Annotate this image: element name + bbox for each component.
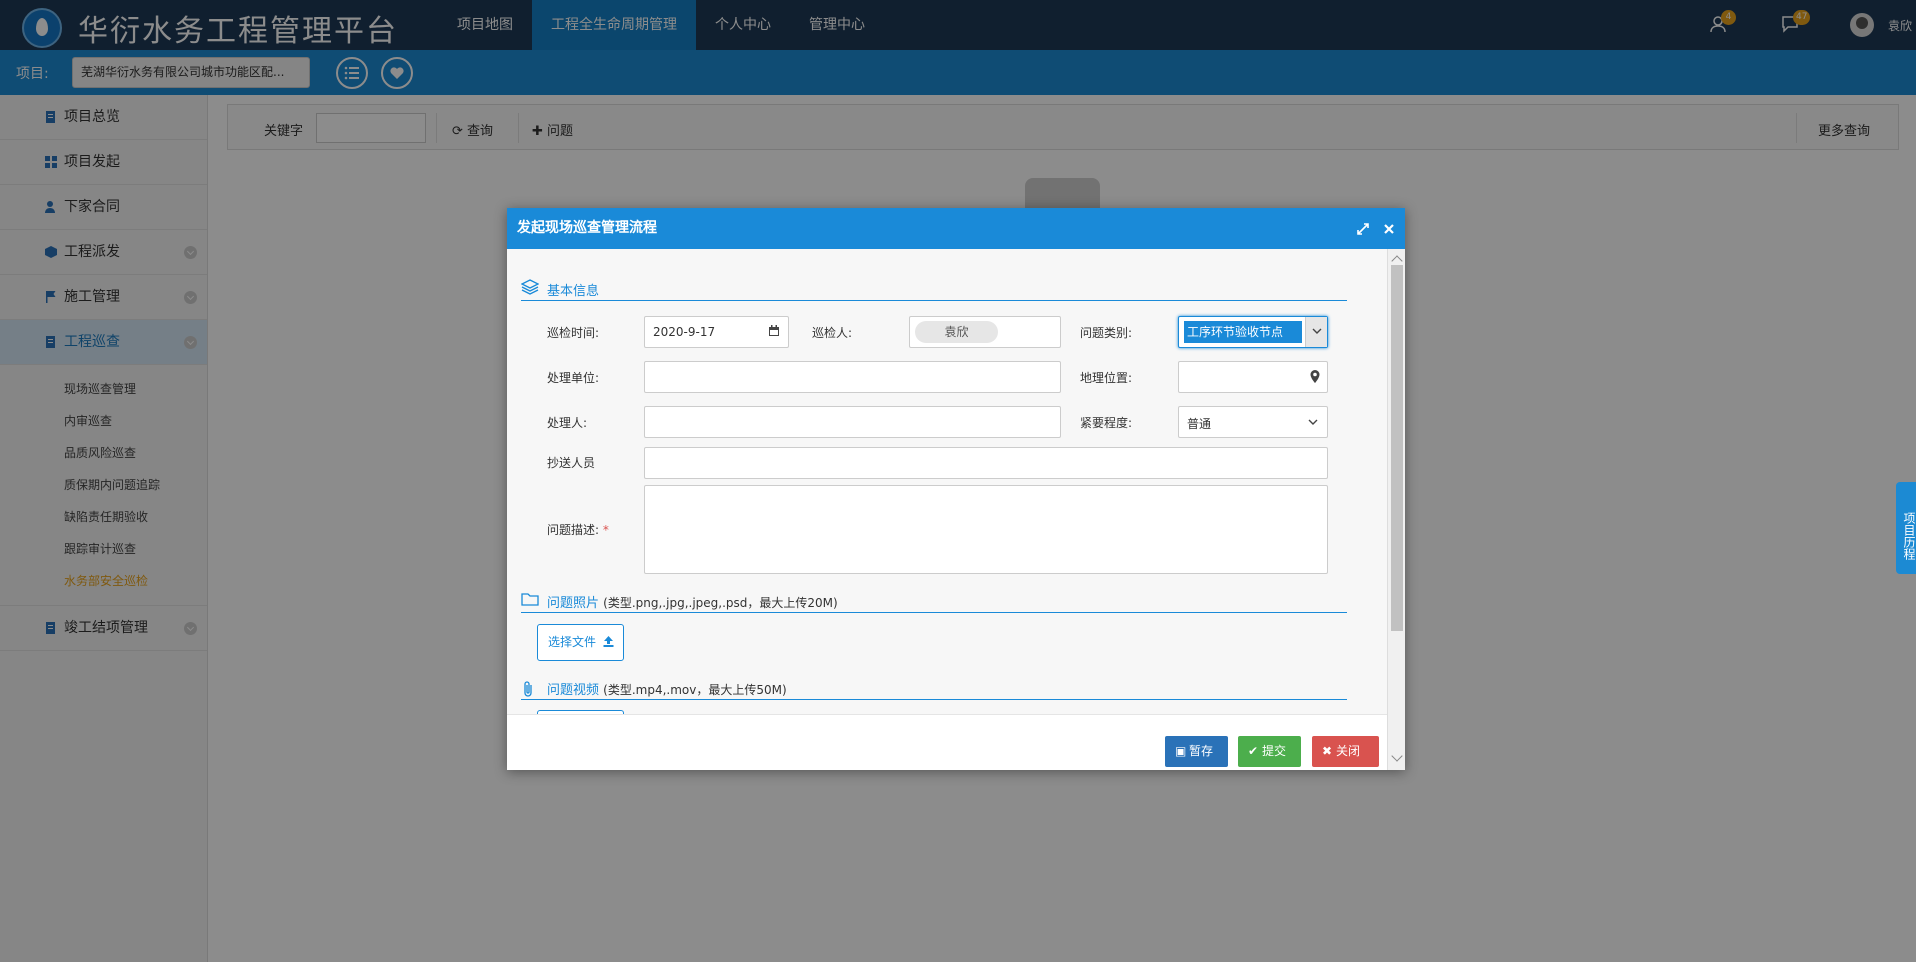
chevron-down-icon bbox=[1308, 419, 1318, 425]
close-icon[interactable] bbox=[1383, 223, 1395, 235]
cc-field[interactable] bbox=[644, 447, 1328, 479]
save-draft-button[interactable]: ▣ 暂存 bbox=[1165, 736, 1228, 767]
layers-icon bbox=[521, 279, 539, 295]
map-marker-icon[interactable] bbox=[1310, 370, 1320, 383]
paperclip-icon bbox=[524, 681, 532, 697]
handler-label: 处理人: bbox=[547, 416, 588, 430]
expand-icon[interactable] bbox=[1357, 222, 1369, 235]
handling-unit-label: 处理单位: bbox=[547, 371, 600, 385]
section-photos: 问题照片 (类型.png,.jpg,.jpeg,.psd，最大上传20M) bbox=[547, 592, 838, 611]
section-basic-info: 基本信息 bbox=[547, 284, 600, 299]
close-button[interactable]: ✖ 关闭 bbox=[1312, 736, 1379, 767]
section-divider bbox=[521, 612, 1347, 613]
inspection-dialog: 发起现场巡查管理流程 基本信息 巡检时间: 2020-9-17 巡检人: 袁欣 … bbox=[507, 208, 1405, 770]
inspector-field[interactable]: 袁欣 bbox=[909, 316, 1061, 348]
handling-unit-field[interactable] bbox=[644, 361, 1061, 393]
description-textarea[interactable] bbox=[644, 485, 1328, 574]
video-hint: (类型.mp4,.mov，最大上传50M) bbox=[603, 683, 787, 697]
location-label: 地理位置: bbox=[1080, 371, 1133, 385]
photo-hint: (类型.png,.jpg,.jpeg,.psd，最大上传20M) bbox=[603, 596, 838, 610]
issue-type-value: 工序环节验收节点 bbox=[1184, 321, 1302, 343]
section-videos: 问题视频 (类型.mp4,.mov，最大上传50M) bbox=[547, 679, 787, 698]
folder-icon bbox=[521, 593, 539, 606]
inspector-label: 巡检人: bbox=[812, 326, 853, 340]
section-videos-title: 问题视频 bbox=[547, 683, 600, 698]
project-history-tab[interactable]: 项目历程 bbox=[1896, 482, 1916, 574]
section-divider bbox=[521, 300, 1347, 301]
cc-label: 抄送人员 bbox=[547, 456, 596, 470]
close-icon: ✖ bbox=[1322, 744, 1333, 758]
inspect-time-label: 巡检时间: bbox=[547, 326, 600, 340]
submit-label: 提交 bbox=[1262, 744, 1287, 758]
urgency-label: 紧要程度: bbox=[1080, 416, 1133, 430]
inspect-time-value: 2020-9-17 bbox=[653, 325, 716, 339]
save-label: 暂存 bbox=[1189, 744, 1214, 758]
calendar-icon[interactable] bbox=[768, 325, 780, 337]
urgency-select[interactable]: 普通 bbox=[1178, 406, 1328, 438]
description-label: 问题描述: * bbox=[547, 521, 609, 538]
dialog-header-tools bbox=[1357, 208, 1395, 249]
submit-button[interactable]: ✔ 提交 bbox=[1238, 736, 1301, 767]
issue-type-label: 问题类别: bbox=[1080, 326, 1133, 340]
upload-icon bbox=[603, 636, 614, 647]
dialog-scrollbar[interactable] bbox=[1387, 249, 1405, 770]
dialog-body: 基本信息 巡检时间: 2020-9-17 巡检人: 袁欣 问题类别: 工序环节验… bbox=[507, 249, 1387, 714]
section-photos-title: 问题照片 bbox=[547, 596, 600, 611]
dialog-header: 发起现场巡查管理流程 bbox=[507, 208, 1405, 249]
dialog-footer: ▣ 暂存 ✔ 提交 ✖ 关闭 bbox=[507, 714, 1387, 770]
inspect-time-field[interactable]: 2020-9-17 bbox=[644, 316, 789, 348]
dialog-title: 发起现场巡查管理流程 bbox=[517, 220, 657, 236]
check-icon: ✔ bbox=[1248, 744, 1259, 758]
floppy-disk-icon: ▣ bbox=[1175, 744, 1187, 758]
inspector-chip: 袁欣 bbox=[915, 321, 998, 343]
handler-field[interactable] bbox=[644, 406, 1061, 438]
dropdown-toggle[interactable] bbox=[1305, 317, 1327, 347]
description-label-text: 问题描述: bbox=[547, 523, 600, 537]
issue-type-select[interactable]: 工序环节验收节点 bbox=[1178, 316, 1328, 348]
urgency-value: 普通 bbox=[1187, 417, 1212, 431]
close-label: 关闭 bbox=[1336, 744, 1361, 758]
section-divider bbox=[521, 699, 1347, 700]
scrollbar-thumb[interactable] bbox=[1391, 265, 1403, 631]
choose-file-label: 选择文件 bbox=[548, 635, 597, 649]
scroll-down-icon[interactable] bbox=[1391, 750, 1403, 762]
location-field[interactable] bbox=[1178, 361, 1328, 393]
required-mark: * bbox=[602, 523, 609, 537]
chevron-down-icon bbox=[1312, 328, 1322, 334]
choose-photo-button[interactable]: 选择文件 bbox=[537, 624, 624, 661]
